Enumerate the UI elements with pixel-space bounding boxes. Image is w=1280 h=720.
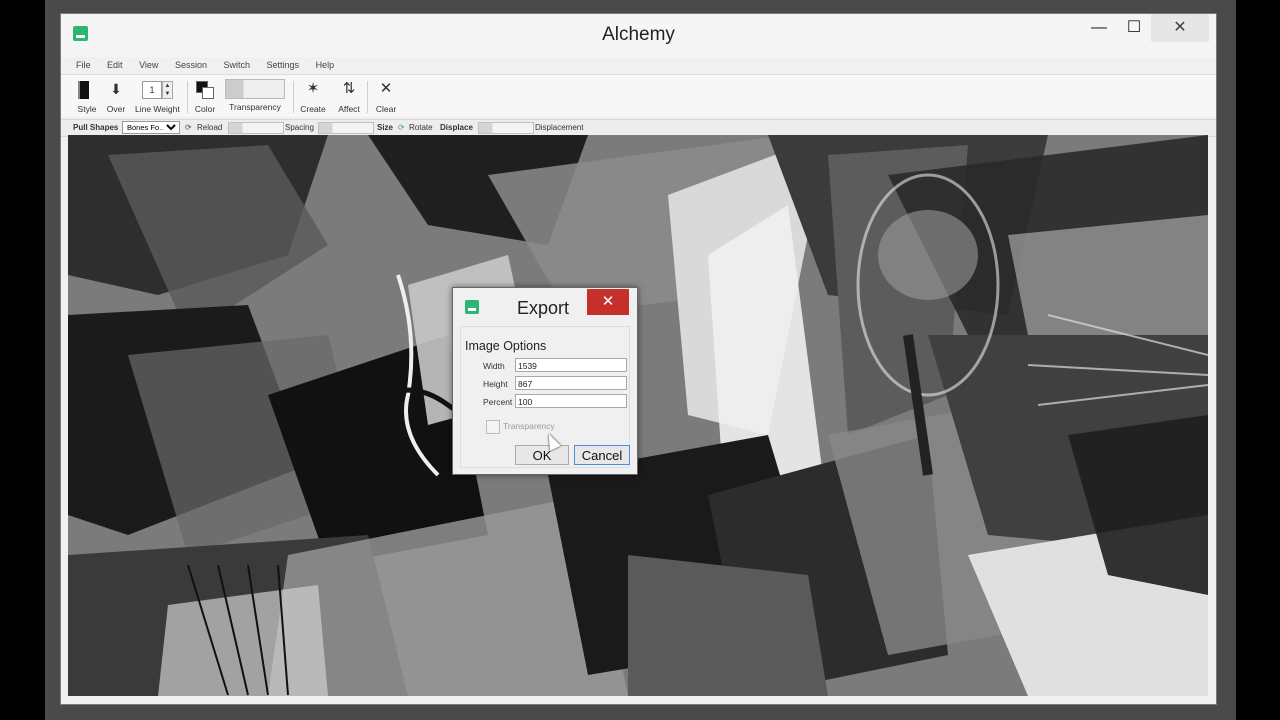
displacement-slider[interactable] — [478, 122, 534, 134]
clear-x-icon: ✕ — [379, 80, 393, 97]
rotate-icon[interactable]: ⟳ — [398, 123, 405, 132]
transparency-checkbox[interactable] — [486, 420, 500, 434]
menu-bar: File Edit View Session Switch Settings H… — [61, 59, 1216, 73]
width-label: Width — [483, 361, 505, 371]
style-tool[interactable]: Style — [74, 79, 100, 114]
reload-slider[interactable] — [228, 122, 284, 134]
percent-field[interactable]: 100 — [515, 394, 627, 408]
clear-tool[interactable]: ✕ Clear — [373, 79, 399, 114]
close-button[interactable]: ✕ — [1151, 14, 1209, 42]
create-label: Create — [300, 104, 326, 114]
title-bar: Alchemy — ☐ ✕ — [61, 14, 1216, 57]
menu-help[interactable]: Help — [316, 59, 335, 71]
size-label[interactable]: Size — [377, 123, 393, 132]
color-swatch-icon — [194, 79, 216, 101]
image-options-title: Image Options — [465, 339, 547, 353]
line-weight-tool: 1 ▲ ▼ Line Weight — [135, 79, 180, 114]
alchemy-window: Alchemy — ☐ ✕ File Edit View Session Swi… — [60, 13, 1217, 705]
pull-shapes-select[interactable]: Bones Fo... — [122, 121, 180, 134]
line-weight-stepper[interactable]: ▲ ▼ — [162, 81, 173, 99]
canvas-artwork — [68, 135, 1208, 696]
arrows-icon: ⇅ — [342, 80, 356, 97]
transparency-tool[interactable]: Transparency — [225, 79, 285, 112]
toolbar-divider — [367, 81, 368, 113]
reload-label[interactable]: Reload — [197, 123, 222, 132]
create-tool[interactable]: ✶ Create — [299, 79, 327, 114]
spacing-label: Spacing — [285, 123, 314, 132]
style-label: Style — [77, 104, 97, 114]
reload-icon[interactable]: ⟳ — [185, 123, 192, 132]
menu-edit[interactable]: Edit — [107, 59, 123, 71]
width-field[interactable]: 1539 — [515, 358, 627, 372]
toolbar-divider — [187, 81, 188, 113]
menu-session[interactable]: Session — [175, 59, 207, 71]
menu-switch[interactable]: Switch — [223, 59, 250, 71]
spacing-slider[interactable] — [318, 122, 374, 134]
drawing-canvas[interactable] — [68, 135, 1208, 696]
toolbar: Style ⬇ Over 1 ▲ ▼ Line Weight Color Tran… — [61, 74, 1216, 117]
export-dialog: Export ✕ Image Options Width 1539 Height… — [452, 287, 638, 475]
transparency-label: Transparency — [229, 102, 281, 112]
height-field[interactable]: 867 — [515, 376, 627, 390]
transparency-slider[interactable] — [225, 79, 285, 99]
rotate-label[interactable]: Rotate — [409, 123, 433, 132]
style-icon — [76, 79, 98, 101]
affect-label: Affect — [338, 104, 360, 114]
over-tool[interactable]: ⬇ Over — [105, 79, 127, 114]
dialog-close-button[interactable]: ✕ — [587, 289, 629, 315]
pull-shapes-label: Pull Shapes — [73, 123, 119, 132]
download-icon: ⬇ — [110, 81, 122, 97]
height-label: Height — [483, 379, 508, 389]
menu-file[interactable]: File — [76, 59, 91, 71]
color-tool[interactable]: Color — [193, 79, 217, 114]
displace-label[interactable]: Displace — [440, 123, 473, 132]
dialog-title: Export — [517, 298, 570, 318]
color-label: Color — [194, 104, 216, 114]
menu-view[interactable]: View — [139, 59, 158, 71]
toolbar-divider — [293, 81, 294, 113]
over-label: Over — [106, 104, 126, 114]
app-icon — [465, 300, 479, 314]
ok-button[interactable]: OK — [515, 445, 569, 465]
menu-settings[interactable]: Settings — [267, 59, 300, 71]
clear-label: Clear — [375, 104, 397, 114]
percent-label: Percent — [483, 397, 513, 407]
displacement-label: Displacement — [535, 123, 584, 132]
line-weight-field[interactable]: 1 — [142, 81, 162, 99]
line-weight-label: Line Weight — [135, 104, 180, 114]
transparency-checkbox-label: Transparency — [503, 421, 555, 431]
cancel-button[interactable]: Cancel — [574, 445, 630, 465]
window-title: Alchemy — [602, 24, 675, 45]
sparkle-icon: ✶ — [306, 80, 320, 97]
affect-tool[interactable]: ⇅ Affect — [335, 79, 363, 114]
